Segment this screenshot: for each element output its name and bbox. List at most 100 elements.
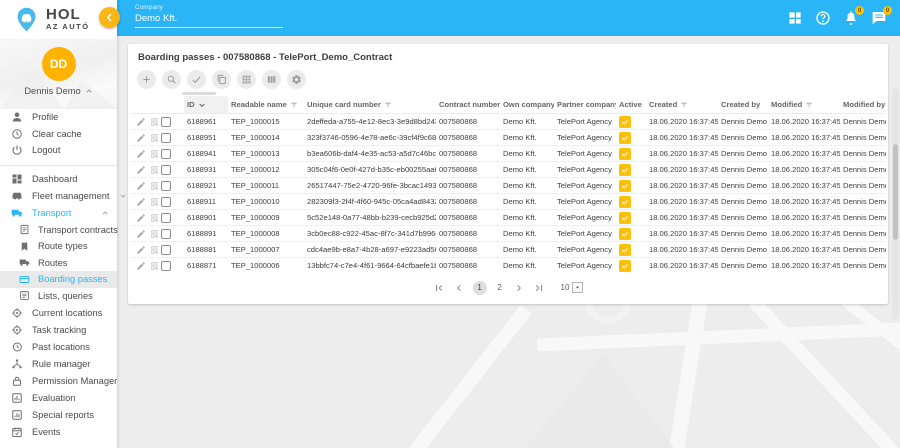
settings-button[interactable] xyxy=(287,70,306,89)
qrcode-icon[interactable] xyxy=(150,261,158,271)
active-checkbox[interactable] xyxy=(619,131,631,144)
sidebar-item-clear-cache[interactable]: Clear cache xyxy=(0,126,117,143)
row-checkbox[interactable] xyxy=(161,148,171,159)
column-header-id[interactable]: ID xyxy=(184,96,228,114)
company-select[interactable]: Company Demo Kft. xyxy=(135,4,283,36)
qrcode-icon[interactable] xyxy=(150,197,158,207)
column-header-contract[interactable]: Contract number xyxy=(436,96,500,114)
edit-icon[interactable] xyxy=(136,197,146,207)
table-row[interactable]: 6188951 TEP_1000014 323f3746-0596-4e78-ae6… xyxy=(130,129,886,146)
columns-button[interactable] xyxy=(262,70,281,89)
column-header-created[interactable]: Created xyxy=(646,96,718,114)
vertical-scrollbar-thumb[interactable] xyxy=(893,144,898,240)
table-row[interactable]: 6188911 TEP_1000010 282309f3-2f4f-4f60-945… xyxy=(130,193,886,210)
sidebar-item-events[interactable]: Events xyxy=(0,423,117,440)
edit-icon[interactable] xyxy=(136,149,146,159)
column-header-name[interactable]: Readable name xyxy=(228,96,304,114)
messages-button[interactable]: 0 xyxy=(871,6,892,26)
active-checkbox[interactable] xyxy=(619,179,631,192)
edit-icon[interactable] xyxy=(136,261,146,271)
table-row[interactable]: 6188921 TEP_1000011 26517447-75e2-4720-96f… xyxy=(130,177,886,194)
row-checkbox[interactable] xyxy=(161,196,171,207)
column-header-own[interactable]: Own company xyxy=(500,96,554,114)
sidebar-item-boarding-passes[interactable]: Boarding passes xyxy=(0,271,117,288)
sidebar-item-lists-queries[interactable]: Lists, queries xyxy=(0,288,117,305)
next-page-button[interactable] xyxy=(513,282,525,294)
column-header-card[interactable]: Unique card number xyxy=(304,96,436,114)
edit-icon[interactable] xyxy=(136,133,146,143)
first-page-button[interactable] xyxy=(433,282,445,294)
table-row[interactable]: 6188871 TEP_1000006 13bbfc74-c7e4-4f61-966… xyxy=(130,257,886,274)
qrcode-icon[interactable] xyxy=(150,133,158,143)
sidebar-item-fleet-management[interactable]: Fleet management xyxy=(0,188,126,205)
sidebar-collapse-button[interactable] xyxy=(99,7,120,28)
column-header-created_by[interactable]: Created by xyxy=(718,96,768,114)
qrcode-icon[interactable] xyxy=(150,181,158,191)
page-1-button[interactable]: 1 xyxy=(472,280,487,295)
edit-icon[interactable] xyxy=(136,117,146,127)
user-menu-toggle[interactable]: Dennis Demo xyxy=(0,86,117,96)
edit-icon[interactable] xyxy=(136,165,146,175)
sidebar-item-evaluation[interactable]: Evaluation xyxy=(0,389,117,406)
row-checkbox[interactable] xyxy=(161,116,171,127)
qrcode-icon[interactable] xyxy=(150,165,158,175)
active-checkbox[interactable] xyxy=(619,227,631,240)
sidebar-item-current-locations[interactable]: Current locations xyxy=(0,304,117,321)
horizontal-scrollbar[interactable] xyxy=(182,92,216,95)
check-button[interactable] xyxy=(187,70,206,89)
sidebar-item-task-tracking[interactable]: Task tracking xyxy=(0,321,117,338)
sidebar-item-rule-manager[interactable]: Rule manager xyxy=(0,355,117,372)
grid-button[interactable] xyxy=(237,70,256,89)
active-checkbox[interactable] xyxy=(619,115,631,128)
notifications-button[interactable]: 0 xyxy=(843,6,864,26)
qrcode-icon[interactable] xyxy=(150,213,158,223)
table-row[interactable]: 6188881 TEP_1000007 cdc4ae9b-e8a7-4b28-a69… xyxy=(130,241,886,258)
help-button[interactable] xyxy=(815,10,831,26)
vertical-scrollbar[interactable] xyxy=(892,88,899,320)
row-checkbox[interactable] xyxy=(161,180,171,191)
copy-button[interactable] xyxy=(212,70,231,89)
sidebar-item-permission-manager[interactable]: Permission Manager xyxy=(0,372,117,389)
edit-icon[interactable] xyxy=(136,213,146,223)
sidebar-item-transport[interactable]: Transport xyxy=(0,205,117,222)
row-checkbox[interactable] xyxy=(161,212,171,223)
table-row[interactable]: 6188961 TEP_1000015 2deffeda-a755-4e12-8ec… xyxy=(130,114,886,130)
active-checkbox[interactable] xyxy=(619,147,631,160)
edit-icon[interactable] xyxy=(136,229,146,239)
row-checkbox[interactable] xyxy=(161,244,171,255)
column-header-modified[interactable]: Modified xyxy=(768,96,840,114)
active-checkbox[interactable] xyxy=(619,243,631,256)
sidebar-item-route-types[interactable]: Route types xyxy=(0,238,117,255)
add-button[interactable] xyxy=(137,70,156,89)
qrcode-icon[interactable] xyxy=(150,229,158,239)
sidebar-item-profile[interactable]: Profile xyxy=(0,109,117,126)
table-row[interactable]: 6188931 TEP_1000012 305c04f6-0e0f-427d-b35… xyxy=(130,161,886,178)
page-2-button[interactable]: 2 xyxy=(495,283,505,292)
sidebar-item-logout[interactable]: Logout xyxy=(0,142,117,159)
table-row[interactable]: 6188901 TEP_1000009 5c52e148-0a77-48bb-b23… xyxy=(130,209,886,226)
sidebar-item-special-reports[interactable]: Special reports xyxy=(0,406,117,423)
table-row[interactable]: 6188891 TEP_1000008 3cb0ec88-c922-45ac-8f7… xyxy=(130,225,886,242)
last-page-button[interactable] xyxy=(533,282,545,294)
row-checkbox[interactable] xyxy=(161,164,171,175)
edit-icon[interactable] xyxy=(136,245,146,255)
qrcode-icon[interactable] xyxy=(150,149,158,159)
prev-page-button[interactable] xyxy=(453,282,465,294)
search-button[interactable] xyxy=(162,70,181,89)
sidebar-item-transport-contracts[interactable]: Transport contracts xyxy=(0,222,118,239)
table-row[interactable]: 6188941 TEP_1000013 b3ea606b-daf4-4e35-ac5… xyxy=(130,145,886,162)
row-checkbox[interactable] xyxy=(161,132,171,143)
active-checkbox[interactable] xyxy=(619,211,631,224)
active-checkbox[interactable] xyxy=(619,163,631,176)
column-header-partner[interactable]: Partner company xyxy=(554,96,616,114)
row-checkbox[interactable] xyxy=(161,228,171,239)
column-header-active[interactable]: Active xyxy=(616,96,646,114)
active-checkbox[interactable] xyxy=(619,195,631,208)
active-checkbox[interactable] xyxy=(619,259,631,272)
column-header-modified_by[interactable]: Modified by xyxy=(840,96,886,114)
edit-icon[interactable] xyxy=(136,181,146,191)
qrcode-icon[interactable] xyxy=(150,117,158,127)
sidebar-item-dashboard[interactable]: Dashboard xyxy=(0,171,117,188)
sidebar-item-routes[interactable]: Routes xyxy=(0,255,117,272)
apps-button[interactable] xyxy=(787,10,803,26)
